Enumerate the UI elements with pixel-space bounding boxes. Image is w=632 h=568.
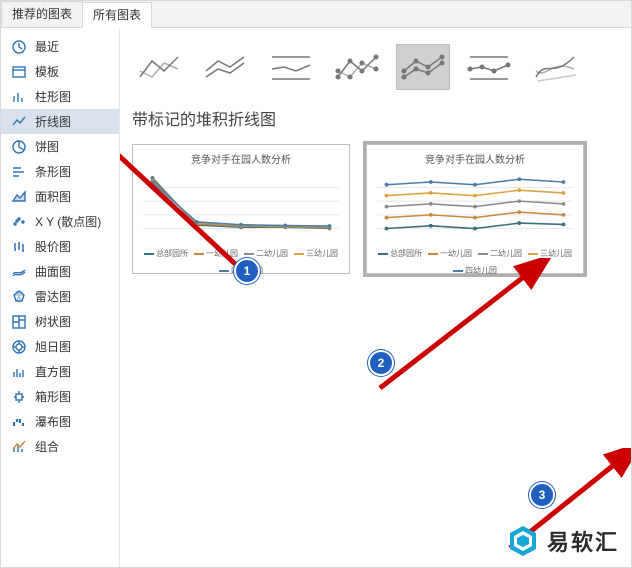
sunburst-icon bbox=[11, 339, 27, 355]
sidebar-item-recent[interactable]: 最近 bbox=[1, 34, 119, 59]
sidebar-item-pie[interactable]: 饼图 bbox=[1, 134, 119, 159]
treemap-icon bbox=[11, 314, 27, 330]
waterfall-icon bbox=[11, 414, 27, 430]
sidebar-item-label: 直方图 bbox=[35, 363, 71, 380]
preview-title: 竞争对手在园人数分析 bbox=[137, 151, 345, 166]
sidebar-item-combo[interactable]: 组合 bbox=[1, 434, 119, 459]
scatter-icon bbox=[11, 214, 27, 230]
legend-item: 总部园所 bbox=[378, 248, 422, 259]
sidebar-item-label: X Y (散点图) bbox=[35, 213, 101, 230]
subtype-line-3d[interactable] bbox=[528, 44, 582, 90]
preview-title: 竞争对手在园人数分析 bbox=[371, 151, 579, 166]
chart-subtype-ribbon bbox=[132, 44, 619, 90]
legend-item: 一幼儿园 bbox=[428, 248, 472, 259]
preview-legend: 总部园所一幼儿园二幼儿园三幼儿园四幼儿园 bbox=[137, 248, 345, 276]
sidebar-item-radar[interactable]: 雷达图 bbox=[1, 284, 119, 309]
recent-icon bbox=[11, 39, 27, 55]
preview-legend: 总部园所一幼儿园二幼儿园三幼儿园四幼儿园 bbox=[371, 248, 579, 276]
preview-plot bbox=[377, 172, 573, 244]
chart-preview-1[interactable]: 竞争对手在园人数分析 总部园所一幼儿园二幼儿园三幼儿园四幼儿园 bbox=[132, 144, 350, 274]
sidebar-item-waterfall[interactable]: 瀑布图 bbox=[1, 409, 119, 434]
pie-icon bbox=[11, 139, 27, 155]
tab-recommended[interactable]: 推荐的图表 bbox=[1, 1, 83, 27]
subtype-stacked-line[interactable] bbox=[198, 44, 252, 90]
sidebar-item-line[interactable]: 折线图 bbox=[1, 109, 119, 134]
histogram-icon bbox=[11, 364, 27, 380]
subtype-line-markers[interactable] bbox=[330, 44, 384, 90]
subtype-stacked-line-markers[interactable] bbox=[396, 44, 450, 90]
tab-all-charts[interactable]: 所有图表 bbox=[82, 2, 152, 28]
sidebar-item-treemap[interactable]: 树状图 bbox=[1, 309, 119, 334]
legend-item: 三幼儿园 bbox=[294, 248, 338, 259]
sidebar-item-label: 组合 bbox=[35, 438, 59, 455]
radar-icon bbox=[11, 289, 27, 305]
sidebar-item-template[interactable]: 模板 bbox=[1, 59, 119, 84]
tab-bar: 推荐的图表 所有图表 bbox=[1, 1, 631, 28]
sidebar-item-label: 旭日图 bbox=[35, 338, 71, 355]
sidebar-item-label: 箱形图 bbox=[35, 388, 71, 405]
sidebar-item-label: 模板 bbox=[35, 63, 59, 80]
bar-icon bbox=[11, 89, 27, 105]
sidebar-item-label: 瀑布图 bbox=[35, 413, 71, 430]
hbar-icon bbox=[11, 164, 27, 180]
sidebar-item-stock[interactable]: 股价图 bbox=[1, 234, 119, 259]
annotation-badge-3: 3 bbox=[529, 482, 555, 508]
subtype-percent-stacked-line[interactable] bbox=[264, 44, 318, 90]
surface-icon bbox=[11, 264, 27, 280]
subtype-line[interactable] bbox=[132, 44, 186, 90]
annotation-arrow-2 bbox=[360, 258, 560, 398]
box-icon bbox=[11, 389, 27, 405]
line-icon bbox=[11, 114, 27, 130]
subtype-percent-stacked-line-markers[interactable] bbox=[462, 44, 516, 90]
sidebar-item-area[interactable]: 面积图 bbox=[1, 184, 119, 209]
preview-plot bbox=[143, 172, 339, 244]
legend-item: 三幼儿园 bbox=[528, 248, 572, 259]
sidebar-item-label: 折线图 bbox=[35, 113, 71, 130]
chart-category-sidebar: 最近模板柱形图折线图饼图条形图面积图 X Y (散点图) 股价图曲面图雷达图树状图旭… bbox=[1, 28, 120, 568]
template-icon bbox=[11, 64, 27, 80]
sidebar-item-label: 最近 bbox=[35, 38, 59, 55]
legend-item: 二幼儿园 bbox=[244, 248, 288, 259]
sidebar-item-histogram[interactable]: 直方图 bbox=[1, 359, 119, 384]
chart-previews: 竞争对手在园人数分析 总部园所一幼儿园二幼儿园三幼儿园四幼儿园 竞争对手在园人数… bbox=[132, 144, 619, 274]
sidebar-item-sunburst[interactable]: 旭日图 bbox=[1, 334, 119, 359]
sidebar-item-label: 雷达图 bbox=[35, 288, 71, 305]
sidebar-item-label: 条形图 bbox=[35, 163, 71, 180]
sidebar-item-box[interactable]: 箱形图 bbox=[1, 384, 119, 409]
combo-icon bbox=[11, 439, 27, 455]
chart-preview-2[interactable]: 竞争对手在园人数分析 总部园所一幼儿园二幼儿园三幼儿园四幼儿园 bbox=[366, 144, 584, 274]
sidebar-item-label: 饼图 bbox=[35, 138, 59, 155]
sidebar-item-label: 曲面图 bbox=[35, 263, 71, 280]
sidebar-item-label: 股价图 bbox=[35, 238, 71, 255]
sidebar-item-label: 树状图 bbox=[35, 313, 71, 330]
sidebar-item-scatter[interactable]: X Y (散点图) bbox=[1, 209, 119, 234]
stock-icon bbox=[11, 239, 27, 255]
sidebar-item-label: 面积图 bbox=[35, 188, 71, 205]
sidebar-item-bar[interactable]: 柱形图 bbox=[1, 84, 119, 109]
area-icon bbox=[11, 189, 27, 205]
legend-item: 四幼儿园 bbox=[453, 265, 497, 276]
legend-item: 一幼儿园 bbox=[194, 248, 238, 259]
legend-item: 总部园所 bbox=[144, 248, 188, 259]
content-area: 带标记的堆积折线图 竞争对手在园人数分析 总部园所一幼儿园二幼儿园三幼儿园四幼儿… bbox=[120, 28, 631, 568]
chart-subtype-title: 带标记的堆积折线图 bbox=[132, 106, 619, 130]
watermark: 易软汇 bbox=[507, 525, 619, 557]
legend-item: 四幼儿园 bbox=[219, 265, 263, 276]
legend-item: 二幼儿园 bbox=[478, 248, 522, 259]
watermark-text: 易软汇 bbox=[547, 525, 619, 557]
annotation-badge-2: 2 bbox=[368, 350, 394, 376]
sidebar-item-hbar[interactable]: 条形图 bbox=[1, 159, 119, 184]
sidebar-item-label: 柱形图 bbox=[35, 88, 71, 105]
sidebar-item-surface[interactable]: 曲面图 bbox=[1, 259, 119, 284]
